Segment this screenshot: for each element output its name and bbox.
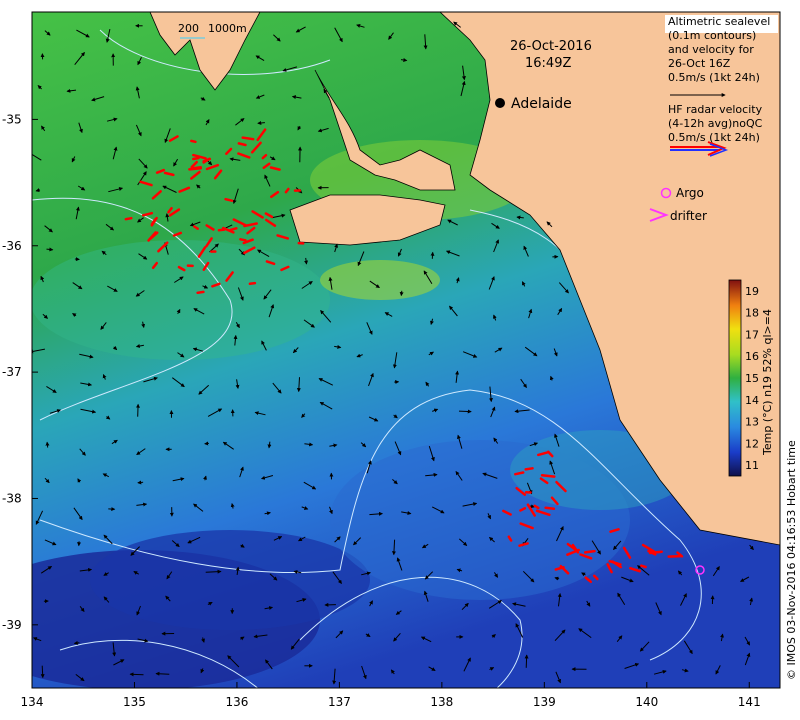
y-tick-label: -38	[2, 491, 22, 505]
radar-arrow	[248, 281, 257, 286]
colorbar-tick-label: 17	[745, 328, 759, 341]
altimetry-legend-line-2: (0.1m contours)	[668, 29, 756, 42]
x-tick-label: 141	[738, 695, 761, 709]
x-tick-label: 140	[635, 695, 658, 709]
radar-arrow	[190, 139, 197, 144]
colorbar-tick-label: 14	[745, 394, 759, 407]
radar-legend-line-2: (4-12h avg)noQC	[668, 117, 763, 130]
radar-arrow	[514, 471, 525, 476]
radar-arrow	[229, 227, 238, 232]
radar-arrow	[544, 506, 556, 511]
radar-arrow	[640, 564, 647, 569]
colorbar-label: Temp (°C) n19 52% ql>=4	[761, 309, 774, 456]
radar-arrow	[224, 197, 234, 202]
colorbar-ticks: 11 12 13 14 15 16 17 18 19	[745, 285, 759, 472]
altimetry-legend-line-4: 26-Oct 16Z	[668, 57, 731, 70]
velocity-arrow	[137, 480, 144, 485]
x-tick-label: 135	[123, 695, 146, 709]
colorbar-tick-label: 18	[745, 307, 759, 320]
radar-arrow	[524, 467, 534, 471]
velocity-arrow	[45, 441, 50, 448]
map-time: 16:49Z	[525, 56, 571, 71]
radar-arrow	[667, 554, 682, 558]
radar-arrow	[192, 156, 200, 161]
adelaide-marker	[495, 98, 505, 108]
velocity-arrow	[129, 672, 144, 677]
colorbar-tick-label: 16	[745, 350, 759, 363]
altimetry-legend-line-1: Altimetric sealevel	[668, 15, 770, 28]
x-tick-label: 139	[533, 695, 556, 709]
sst-map: 134 135 136 137 138 139 140 141 -35 -36 -37 -38 -39…	[2, 11, 798, 709]
radar-arrow	[583, 549, 596, 554]
velocity-arrow	[73, 640, 80, 645]
depth-label-200: 200	[178, 22, 199, 35]
y-tick-label: -39	[2, 618, 22, 632]
colorbar: 11 12 13 14 15 16 17 18 19 Temp (°C) n19 52% ql>…	[728, 279, 774, 477]
x-tick-label: 137	[328, 695, 351, 709]
radar-arrow	[241, 136, 255, 141]
x-tick-label: 136	[225, 695, 248, 709]
y-tick-label: -36	[2, 239, 22, 253]
colorbar-tick-label: 12	[745, 437, 759, 450]
x-tick-label: 134	[21, 695, 44, 709]
velocity-arrow	[46, 247, 54, 252]
y-tick-label: -37	[2, 365, 22, 379]
adelaide-label: Adelaide	[511, 96, 572, 112]
colorbar-tick-label: 19	[745, 285, 759, 298]
radar-arrow	[124, 216, 133, 221]
x-tick-label: 138	[430, 695, 453, 709]
radar-legend-line-1: HF radar velocity	[668, 103, 763, 116]
colorbar-ramp	[728, 279, 742, 477]
altimetry-legend-line-5: 0.5m/s (1kt 24h)	[668, 71, 760, 84]
radar-legend-line-3: 0.5m/s (1kt 24h)	[668, 131, 760, 144]
drifter-legend-label: drifter	[670, 209, 707, 223]
radar-arrow	[188, 167, 203, 171]
credit-text: © IMOS 03-Nov-2016 04:16:53 Hobart time	[785, 440, 798, 680]
radar-arrow	[540, 473, 556, 478]
colorbar-tick-label: 13	[745, 416, 759, 429]
depth-label-1000: 1000m	[208, 22, 247, 35]
radar-arrow	[217, 228, 226, 232]
radar-arrow	[237, 142, 247, 147]
velocity-arrow	[155, 671, 170, 676]
colorbar-tick-label: 11	[745, 459, 759, 472]
colorbar-tick-label: 15	[745, 372, 759, 385]
velocity-arrow	[40, 665, 45, 679]
velocity-arrow	[524, 654, 529, 668]
y-tick-label: -35	[2, 112, 22, 126]
map-date: 26-Oct-2016	[510, 39, 592, 54]
radar-arrow	[239, 238, 247, 242]
velocity-arrow	[257, 120, 265, 125]
velocity-arrow	[458, 409, 472, 414]
altimetry-legend-line-3: and velocity for	[668, 43, 754, 56]
argo-legend-label: Argo	[676, 186, 704, 200]
radar-arrow	[648, 550, 663, 555]
radar-arrow	[196, 290, 205, 295]
velocity-arrow	[399, 290, 404, 297]
